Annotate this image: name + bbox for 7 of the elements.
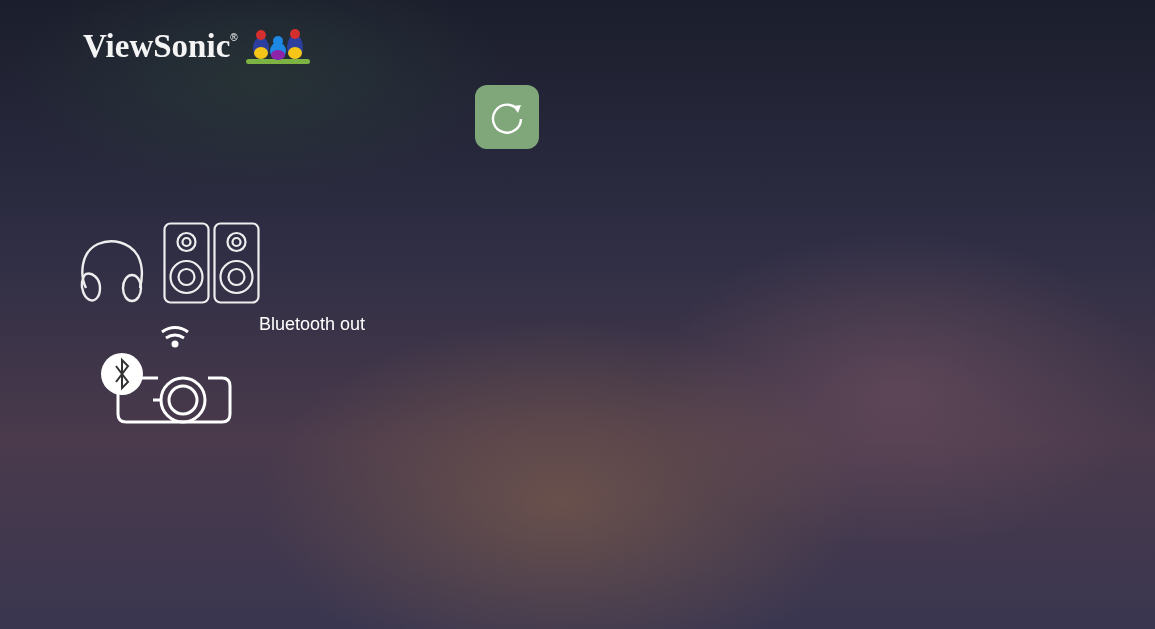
registered-mark: ® <box>230 32 238 43</box>
headphones-icon <box>78 238 146 304</box>
bluetooth-out-label: Bluetooth out <box>259 314 366 334</box>
speakers-icon <box>163 222 261 304</box>
bluetooth-projector-icon <box>98 324 232 426</box>
brand-logo-text: ViewSonic <box>83 27 231 65</box>
refresh-button[interactable] <box>475 85 539 149</box>
